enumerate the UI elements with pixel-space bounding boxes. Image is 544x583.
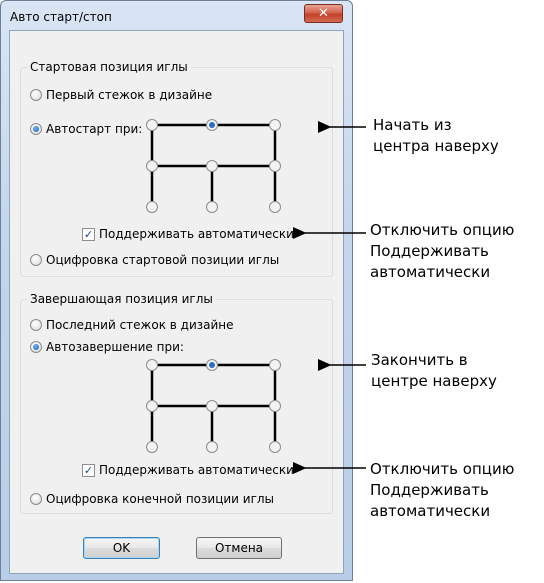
annotation-line: центра наверху [373, 137, 499, 155]
annotation-start-maintain: Отключить опцию Поддерживать автоматичес… [370, 220, 514, 283]
annotation-line: Начать из [373, 116, 452, 134]
annotation-end-position: Закончить в центре наверху [371, 350, 497, 392]
annotation-end-maintain: Отключить опцию Поддерживать автоматичес… [370, 459, 514, 522]
annotation-line: Отключить опцию [370, 460, 515, 478]
annotation-line: Закончить в [371, 351, 468, 369]
annotation-line: Отключить опцию [370, 221, 515, 239]
annotation-start-position: Начать из центра наверху [373, 115, 499, 157]
annotation-line: автоматически [370, 263, 491, 281]
annotation-line: автоматически [370, 502, 491, 520]
annotation-line: Поддерживать [370, 242, 489, 260]
annotation-line: Поддерживать [370, 481, 489, 499]
annotation-line: центре наверху [371, 372, 497, 390]
